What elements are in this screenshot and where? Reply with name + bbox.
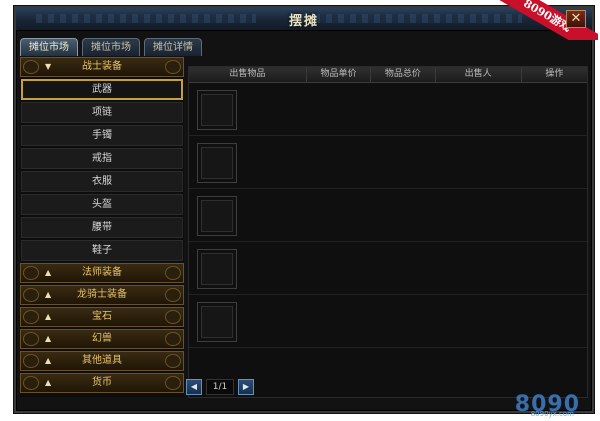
pagination: ◀ 1/1 ▶ — [186, 379, 254, 395]
chevron-up-icon: ▲ — [45, 290, 52, 299]
category-pets[interactable]: ▲ 幻兽 — [20, 329, 184, 349]
tab-stall-market[interactable]: 摊位市场 — [20, 38, 78, 56]
close-icon[interactable]: ✕ — [566, 10, 586, 28]
category-currency[interactable]: ▲ 货币 — [20, 373, 184, 393]
table-row — [189, 83, 587, 136]
subcategory-weapon[interactable]: 武器 — [21, 79, 183, 100]
category-label: 其他道具 — [82, 355, 122, 366]
column-header-action: 操作 — [545, 69, 564, 79]
listing-table: 出售物品 物品单价 物品总价 出售人 操作 — [188, 66, 588, 398]
stall-window: 摆摊 8090游戏 ✕ 摊位市场 摊位市场 摊位详情 ▼ 战士装备 武器 项链 … — [14, 0, 598, 413]
category-mage-equipment[interactable]: ▲ 法师装备 — [20, 263, 184, 283]
category-cap-left — [23, 376, 39, 390]
column-header-unit-price: 物品单价 — [307, 67, 372, 82]
next-page-button[interactable]: ▶ — [238, 379, 254, 395]
column-header-total-price: 物品总价 — [371, 67, 436, 82]
chevron-down-icon: ▼ — [45, 62, 52, 71]
table-row — [189, 136, 587, 189]
item-slot[interactable] — [197, 302, 237, 342]
category-panel: ▼ 战士装备 武器 项链 手镯 戒指 衣服 头盔 腰带 鞋子 ▲ 法师装备 ▲ … — [20, 57, 184, 397]
table-row — [189, 189, 587, 242]
chevron-up-icon: ▲ — [45, 378, 52, 387]
tab-stall-details[interactable]: 摊位详情 — [144, 38, 202, 56]
chevron-up-icon: ▲ — [45, 268, 52, 277]
category-label: 战士装备 — [82, 61, 122, 72]
category-label: 宝石 — [92, 311, 112, 322]
category-dragon-knight-equipment[interactable]: ▲ 龙骑士装备 — [20, 285, 184, 305]
table-row — [189, 295, 587, 348]
category-label: 货币 — [92, 377, 112, 388]
subcategory-clothes[interactable]: 衣服 — [21, 171, 183, 192]
table-header: 出售物品 物品单价 物品总价 出售人 操作 — [189, 67, 587, 83]
column-header-seller: 出售人 — [436, 67, 522, 82]
subcategory-necklace[interactable]: 项链 — [21, 102, 183, 123]
page-indicator: 1/1 — [206, 379, 234, 395]
item-slot[interactable] — [197, 196, 237, 236]
category-cap-right — [165, 376, 181, 390]
subcategory-bracelet[interactable]: 手镯 — [21, 125, 183, 146]
subcategory-belt[interactable]: 腰带 — [21, 217, 183, 238]
watermark-url: 8090yx.com — [530, 410, 574, 418]
chevron-up-icon: ▲ — [45, 312, 52, 321]
category-cap-left — [23, 60, 39, 74]
chevron-up-icon: ▲ — [45, 334, 52, 343]
category-cap-left — [23, 310, 39, 324]
table-row — [189, 242, 587, 295]
category-gems[interactable]: ▲ 宝石 — [20, 307, 184, 327]
category-label: 法师装备 — [82, 267, 122, 278]
item-slot[interactable] — [197, 249, 237, 289]
category-cap-right — [165, 266, 181, 280]
category-cap-left — [23, 266, 39, 280]
category-label: 幻兽 — [92, 333, 112, 344]
item-slot[interactable] — [197, 90, 237, 130]
category-cap-right — [165, 332, 181, 346]
prev-page-button[interactable]: ◀ — [186, 379, 202, 395]
category-warrior-equipment[interactable]: ▼ 战士装备 — [20, 57, 184, 77]
chevron-up-icon: ▲ — [45, 356, 52, 365]
subcategory-helmet[interactable]: 头盔 — [21, 194, 183, 215]
subcategory-ring[interactable]: 戒指 — [21, 148, 183, 169]
category-label: 龙骑士装备 — [77, 289, 127, 300]
category-cap-left — [23, 288, 39, 302]
tab-stall-market-2[interactable]: 摊位市场 — [82, 38, 140, 56]
subcategory-shoes[interactable]: 鞋子 — [21, 240, 183, 261]
category-cap-right — [165, 354, 181, 368]
column-header-item: 出售物品 — [189, 67, 307, 82]
item-slot[interactable] — [197, 143, 237, 183]
category-other-items[interactable]: ▲ 其他道具 — [20, 351, 184, 371]
category-cap-right — [165, 60, 181, 74]
category-cap-right — [165, 288, 181, 302]
category-cap-left — [23, 354, 39, 368]
category-cap-right — [165, 310, 181, 324]
category-cap-left — [23, 332, 39, 346]
tab-bar: 摊位市场 摊位市场 摊位详情 — [20, 38, 202, 56]
